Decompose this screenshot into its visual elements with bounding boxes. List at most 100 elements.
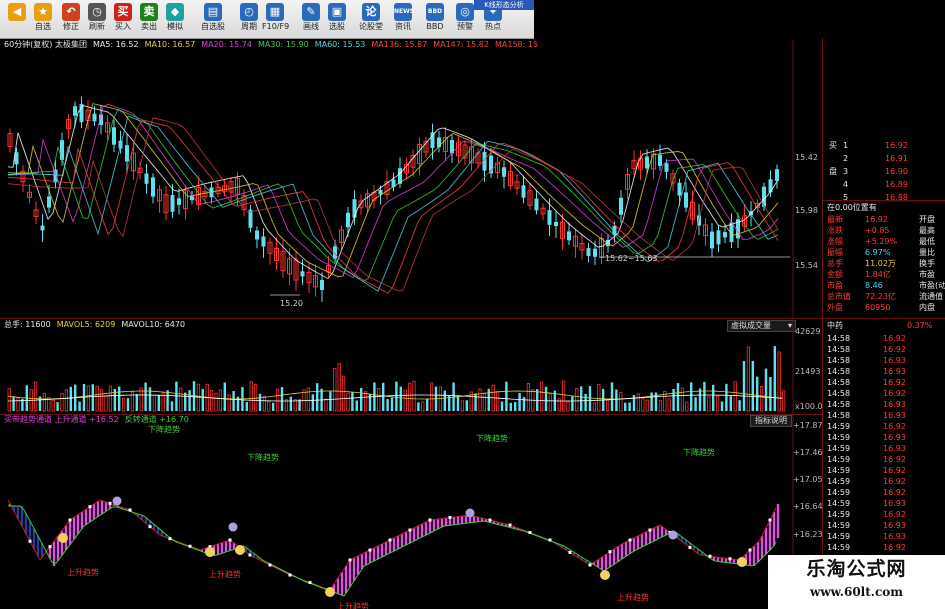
toolbar-button-label: 画线 <box>303 22 319 31</box>
toolbar-button-3[interactable]: ◷ 刷新 <box>84 2 110 36</box>
volume-bar <box>60 392 64 412</box>
tick-time: 14:58 <box>827 334 851 343</box>
tick-row: 14:59 16.92 <box>823 487 945 498</box>
volume-axis-label: 42629 <box>795 327 820 336</box>
portfolio-icon: ▤ <box>204 3 222 21</box>
watermark: 乐淘公式网 www.60lt.com <box>768 555 945 609</box>
volume-bar <box>667 398 671 412</box>
moving-average-line <box>7 119 779 294</box>
order-side: 盘 <box>829 167 837 176</box>
volume-bar <box>760 386 764 412</box>
tick-row: 14:59 16.93 <box>823 520 945 531</box>
volume-bar <box>144 382 147 411</box>
volume-bar <box>262 395 267 412</box>
frown-icon <box>465 508 475 518</box>
quote-value: +0.85 <box>865 226 890 235</box>
alert-icon: ◎ <box>456 3 474 21</box>
volume-bar <box>690 382 693 411</box>
toolbar-button-0[interactable]: ◀ <box>4 2 30 36</box>
news-icon: NEWS <box>394 3 414 21</box>
volume-bar <box>650 392 653 411</box>
moving-average-line <box>7 117 779 292</box>
f10-icon: ▦ <box>266 3 284 21</box>
volume-bar <box>377 387 381 412</box>
volume-bar <box>108 385 112 412</box>
toolbar-button-8[interactable]: ◴ 周期 <box>236 2 262 36</box>
volume-bar <box>641 398 645 412</box>
toolbar-button-label: 热点 <box>485 22 501 31</box>
volume-bar <box>733 381 737 412</box>
tick-time: 14:59 <box>827 543 851 552</box>
volume-bar <box>548 393 553 412</box>
volume-bar <box>645 399 649 412</box>
indicator-axis-label: +17.05 <box>793 475 823 484</box>
toolbar-button-6[interactable]: ◆ 模拟 <box>162 2 188 36</box>
price-axis-label: 15.42 <box>795 153 818 162</box>
quote-label: 总市值 <box>827 292 851 301</box>
order-level: 2 <box>843 154 849 163</box>
order-price: 16.91 <box>885 154 908 163</box>
toolbar-button-10[interactable]: ✎ 画线 <box>298 2 324 36</box>
signal-dot <box>128 508 132 512</box>
volume-bar <box>232 391 235 411</box>
volume-bar <box>685 401 689 412</box>
volume-bar <box>544 386 548 411</box>
quote-label: 总手 <box>827 259 843 268</box>
toolbar-button-label: 周期 <box>241 22 257 31</box>
quote-row: 金额 1.84亿 市盈 <box>823 269 945 280</box>
toolbar-button-5[interactable]: 卖卖出 <box>136 2 162 36</box>
quote-value: 6.97% <box>865 248 891 257</box>
toolbar-button-13[interactable]: NEWS 资讯 <box>390 2 416 36</box>
candle-body <box>300 271 305 277</box>
signal-dot <box>68 518 72 522</box>
frown-icon <box>668 530 678 540</box>
toolbar-button-label: 买入 <box>115 22 131 31</box>
volume-bar <box>289 396 292 411</box>
quote-label: 涨跌 <box>827 226 843 235</box>
candle-body <box>53 169 58 183</box>
smiley-icon <box>600 570 610 580</box>
up-trend-label: 上升趋势 <box>209 569 241 579</box>
candle-body <box>658 154 662 166</box>
candle-body <box>144 173 149 184</box>
toolbar-button-14[interactable]: BBD BBD <box>422 2 448 36</box>
toolbar-button-label: 论股堂 <box>359 22 383 31</box>
forum-icon: 论 <box>362 3 380 21</box>
volume-bar <box>514 402 517 411</box>
toolbar-button-12[interactable]: 论论股堂 <box>358 2 384 36</box>
up-trend-label: 上升趋势 <box>67 567 99 577</box>
volume-bar <box>275 388 280 412</box>
volume-bar <box>509 402 512 411</box>
toolbar-button-9[interactable]: ▦ F10/F9 <box>262 2 289 36</box>
tick-price: 16.92 <box>883 422 906 431</box>
volume-bar <box>526 382 531 412</box>
volume-bar <box>421 401 425 412</box>
toolbar-button-2[interactable]: ↶ 修正 <box>58 2 84 36</box>
signal-dot <box>728 557 732 561</box>
volume-bar <box>557 398 561 412</box>
toolbar-button-1[interactable]: ★ 自选 <box>30 2 56 36</box>
candle-body <box>151 177 155 197</box>
period-icon: ◴ <box>240 3 258 21</box>
smiley-icon <box>58 533 68 543</box>
tick-price: 16.92 <box>883 510 906 519</box>
pen-icon: ✎ <box>302 3 320 21</box>
signal-dot <box>408 528 412 532</box>
toolbar-button-7[interactable]: ▤ 自选股 <box>200 2 226 36</box>
volume-bar <box>407 382 412 412</box>
signal-dot <box>288 573 292 577</box>
indicator-line <box>7 499 777 590</box>
volume-bar <box>610 382 614 411</box>
quote-label2: 流通值 <box>919 292 943 301</box>
toolbar-button-11[interactable]: ▣ 选股 <box>324 2 350 36</box>
volume-bar <box>742 361 746 411</box>
toolbar-button-4[interactable]: 买买入 <box>110 2 136 36</box>
volume-bar <box>42 392 47 412</box>
divider <box>823 200 945 201</box>
volume-bar <box>588 386 592 411</box>
volume-bar <box>720 401 724 411</box>
tick-row: 14:58 16.92 <box>823 333 945 344</box>
tick-time: 14:58 <box>827 389 851 398</box>
tick-time: 14:59 <box>827 455 851 464</box>
candle-body <box>716 230 721 245</box>
